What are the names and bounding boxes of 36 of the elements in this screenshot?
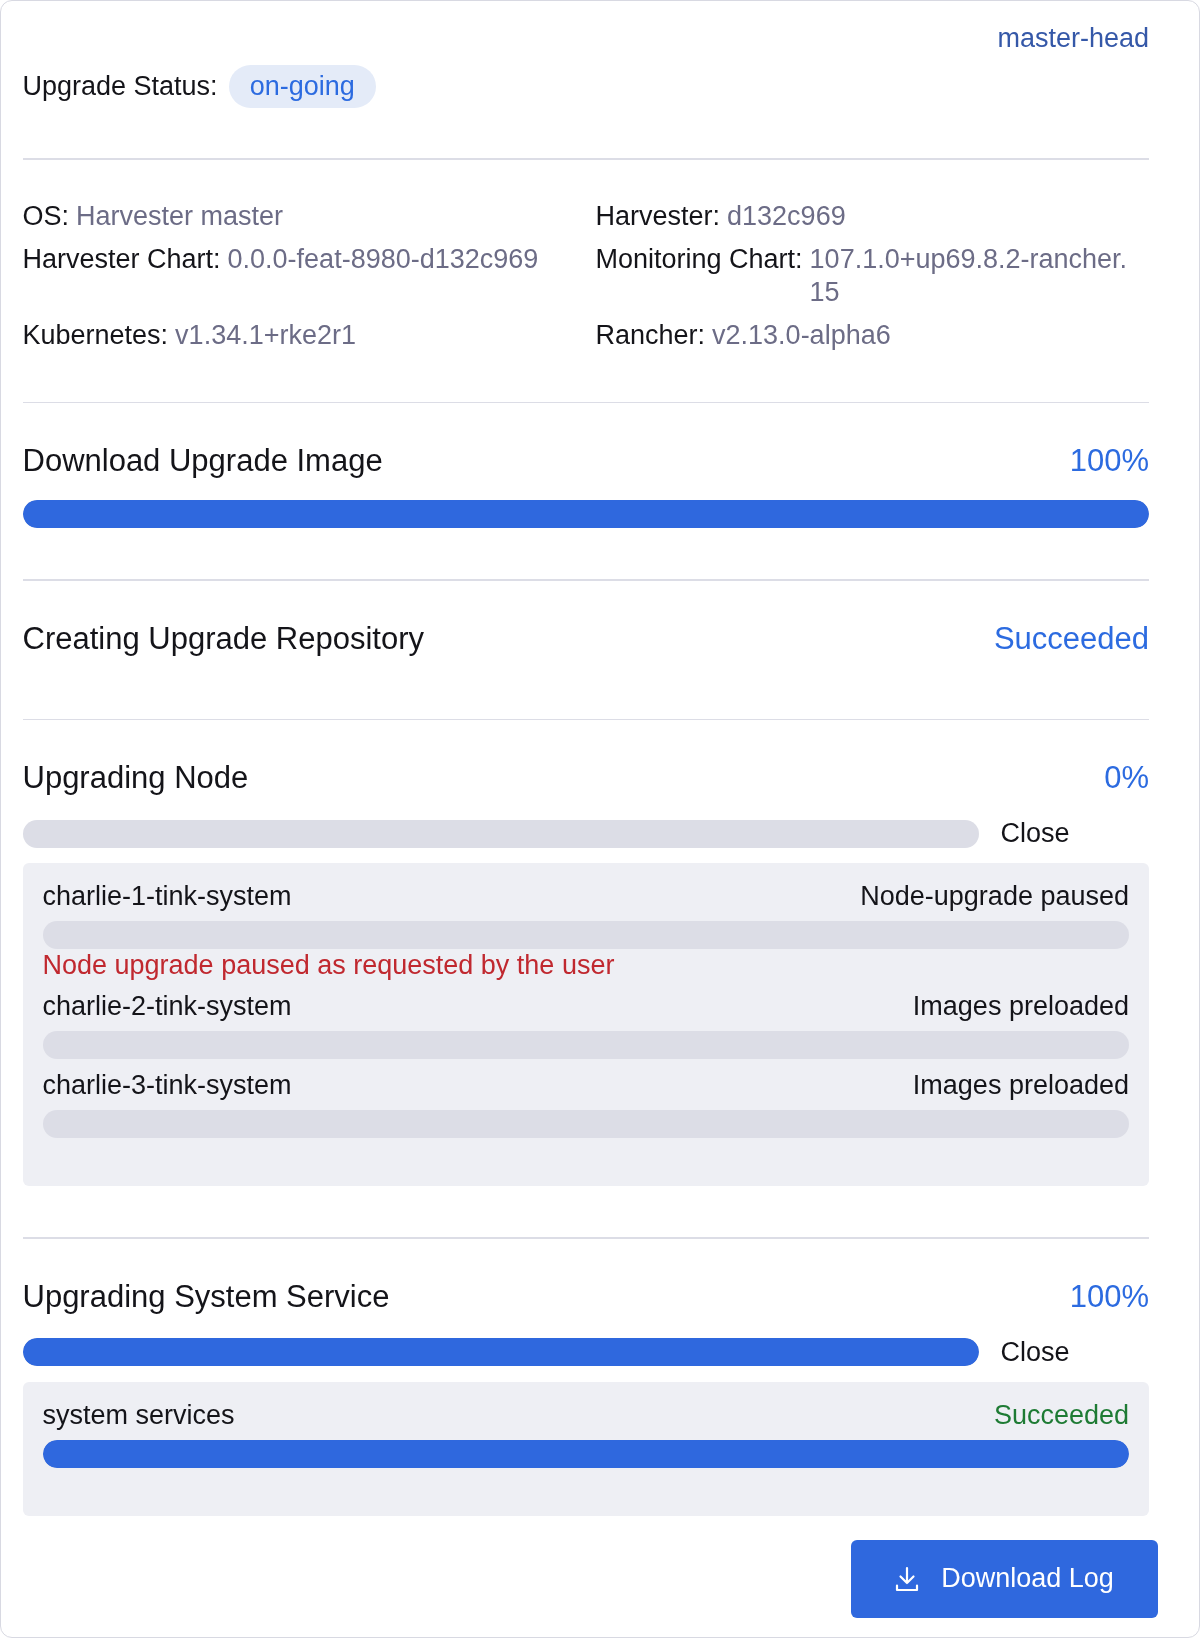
collapse-toggle[interactable]: Close — [1000, 1335, 1070, 1369]
version-value: 107.1.0+up69.8.2-rancher.15 — [809, 242, 1129, 309]
step-status: 100% — [1069, 443, 1149, 479]
version-link[interactable]: master-head — [997, 22, 1149, 54]
error-message: Node upgrade paused as requested by the user — [42, 951, 616, 980]
version-label: Kubernetes: — [22, 318, 169, 352]
step-title: Upgrading Node — [22, 760, 249, 796]
version-label: Harvester Chart: — [22, 242, 221, 276]
version-value: d132c969 — [727, 199, 846, 233]
collapse-toggle[interactable]: Close — [1000, 817, 1070, 850]
version-label: Harvester: — [595, 199, 721, 233]
step-status: Succeeded — [993, 620, 1149, 657]
detail-status: Images preloaded — [912, 1069, 1129, 1102]
detail-name: charlie-3-tink-system — [42, 1069, 292, 1102]
version-value: 0.0.0-feat-8980-d132c969 — [227, 242, 539, 276]
version-label: OS: — [22, 199, 69, 233]
step-title: Download Upgrade Image — [22, 443, 383, 479]
detail-status: Images preloaded — [912, 990, 1129, 1023]
step-title: Creating Upgrade Repository — [22, 620, 424, 657]
status-badge: on-going — [228, 65, 376, 108]
status-label: Upgrade Status: — [22, 70, 218, 103]
step-status: 100% — [1069, 1278, 1149, 1315]
detail-name: charlie-2-tink-system — [42, 990, 292, 1023]
detail-name: system services — [42, 1398, 235, 1432]
step-title: Upgrading System Service — [22, 1278, 390, 1315]
detail-status: Succeeded — [993, 1398, 1129, 1432]
version-label: Monitoring Chart: — [595, 242, 803, 276]
version-value: v2.13.0-alpha6 — [712, 318, 891, 352]
step-status: 0% — [1104, 760, 1149, 796]
download-button[interactable]: Download Log — [851, 1539, 1158, 1618]
download-icon — [895, 1565, 920, 1592]
version-value: Harvester master — [76, 199, 284, 233]
detail-status: Node-upgrade paused — [860, 880, 1129, 913]
version-label: Rancher: — [595, 318, 706, 352]
detail-name: charlie-1-tink-system — [42, 880, 292, 913]
version-value: v1.34.1+rke2r1 — [175, 318, 356, 352]
